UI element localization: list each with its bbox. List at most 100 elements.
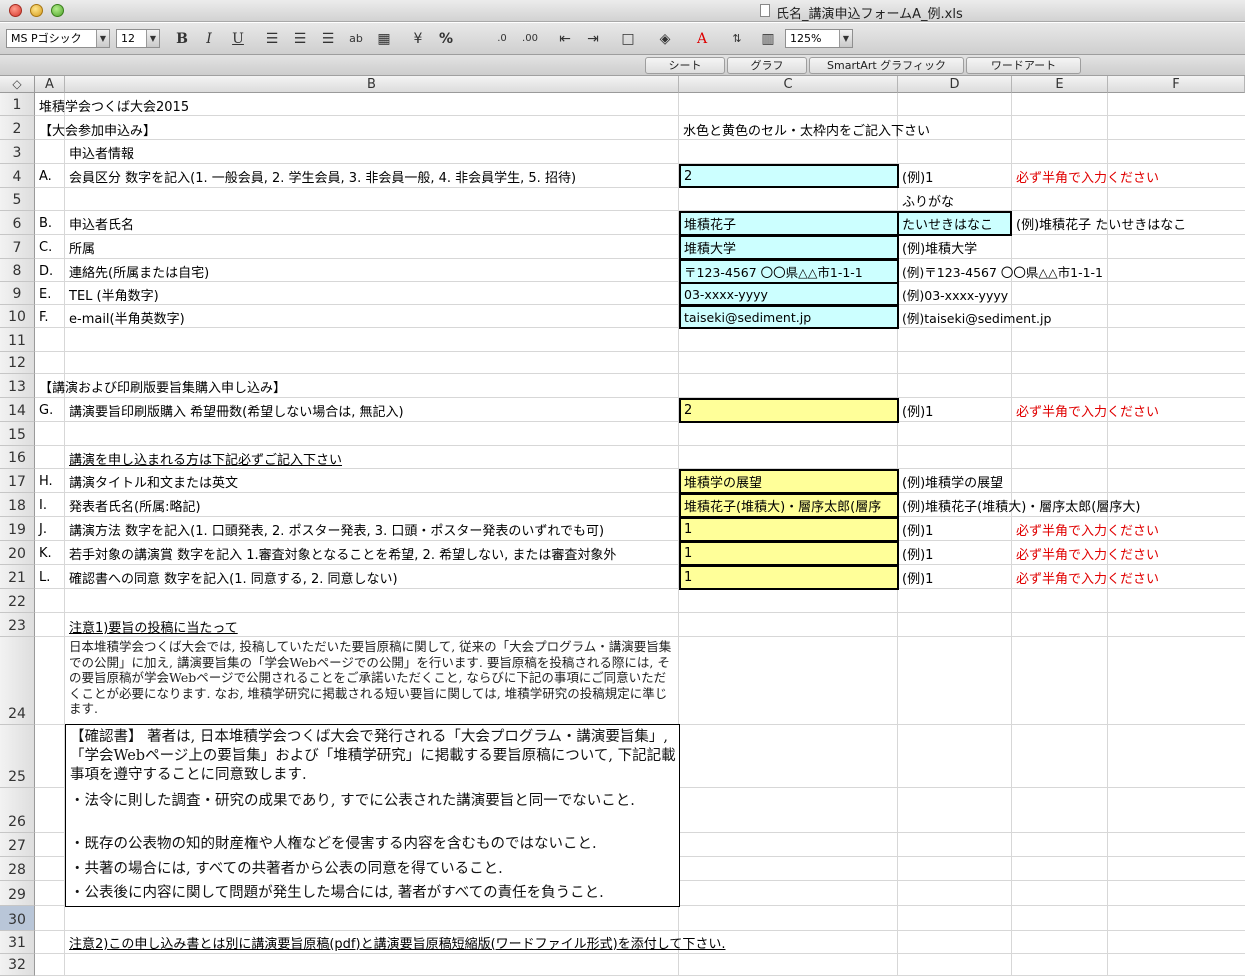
- cell-b24-note[interactable]: 日本堆積学会つくば大会では, 投稿していただいた要旨原稿に関して, 従来の「大会…: [69, 639, 677, 723]
- increase-decimal-icon[interactable]: .0: [492, 29, 512, 49]
- row-header[interactable]: 11: [0, 328, 35, 352]
- row-header[interactable]: 10: [0, 305, 35, 328]
- tab-chart[interactable]: グラフ: [727, 57, 807, 74]
- cell-b7[interactable]: 所属: [66, 236, 678, 258]
- cell-b3[interactable]: 申込者情報: [66, 141, 666, 163]
- sort-icon[interactable]: ⇅: [727, 29, 747, 49]
- row-header[interactable]: 15: [0, 422, 35, 446]
- row-header[interactable]: 21: [0, 565, 35, 589]
- row-header[interactable]: 29: [0, 881, 35, 906]
- cell-b1[interactable]: 堆積学会つくば大会2015: [36, 94, 676, 116]
- cell-b31[interactable]: 注意2)この申し込み書とは別に講演要旨原稿(pdf)と講演要旨原稿短縮版(ワード…: [66, 931, 966, 953]
- cell-b4[interactable]: 会員区分 数字を記入(1. 一般会員, 2. 学生会員, 3. 非会員一般, 4…: [66, 165, 678, 187]
- font-name-select[interactable]: MS Pゴシック ▼: [6, 29, 110, 48]
- confirmation-text[interactable]: 【確認書】 著者は, 日本堆積学会つくば大会で発行される「大会プログラム・講演要…: [70, 728, 676, 786]
- row-header[interactable]: 1: [0, 93, 35, 116]
- wrap-text-icon[interactable]: ab: [346, 29, 366, 49]
- row-header[interactable]: 8: [0, 259, 35, 282]
- currency-icon[interactable]: ¥: [408, 29, 428, 49]
- row-header[interactable]: 23: [0, 613, 35, 637]
- indent-icon[interactable]: ⇥: [583, 29, 603, 49]
- fill-color-icon[interactable]: ◈: [655, 29, 675, 49]
- row-header[interactable]: 25: [0, 725, 35, 788]
- column-header-f[interactable]: F: [1108, 76, 1245, 93]
- presentation-method-input[interactable]: 1: [679, 517, 899, 542]
- talk-title-input[interactable]: 堆積学の展望: [679, 469, 899, 494]
- percent-button[interactable]: %: [436, 29, 456, 49]
- column-header-d[interactable]: D: [898, 76, 1012, 93]
- cell-b18[interactable]: 発表者氏名(所属:略記): [66, 494, 678, 516]
- cell-b6[interactable]: 申込者氏名: [66, 212, 678, 234]
- member-type-input[interactable]: 2: [679, 164, 899, 188]
- align-left-icon[interactable]: ☰: [262, 29, 282, 49]
- decrease-decimal-icon[interactable]: .00: [520, 29, 540, 49]
- applicant-name-input[interactable]: 堆積花子: [679, 211, 899, 236]
- tab-sheet[interactable]: シート: [645, 57, 725, 74]
- row-header[interactable]: 26: [0, 788, 35, 833]
- email-input[interactable]: taiseki@sediment.jp: [679, 305, 899, 329]
- tab-wordart[interactable]: ワードアート: [966, 57, 1081, 74]
- cell-b8[interactable]: 連絡先(所属または自宅): [66, 260, 678, 282]
- chart-icon[interactable]: ▥: [758, 29, 778, 49]
- young-award-input[interactable]: 1: [679, 541, 899, 566]
- borders-icon[interactable]: □: [618, 29, 638, 49]
- cell-b2[interactable]: 【大会参加申込み】: [36, 118, 676, 140]
- row-header[interactable]: 24: [0, 637, 35, 725]
- cell-b9[interactable]: TEL (半角数字): [66, 283, 678, 305]
- agreement-input[interactable]: 1: [679, 565, 899, 590]
- cell-b10[interactable]: e-mail(半角英数字): [66, 306, 678, 328]
- cell-b20[interactable]: 若手対象の講演賞 数字を記入 1.審査対象となることを希望, 2. 希望しない,…: [66, 542, 678, 564]
- cell-b14[interactable]: 講演要旨印刷版購入 希望冊数(希望しない場合は, 無記入): [66, 399, 678, 421]
- bold-button[interactable]: B: [172, 29, 192, 49]
- row-header[interactable]: 3: [0, 140, 35, 164]
- row-header[interactable]: 17: [0, 469, 35, 493]
- cell-b13[interactable]: 【講演および印刷版要旨集購入申し込み】: [36, 375, 676, 397]
- affiliation-input[interactable]: 堆積大学: [679, 235, 899, 260]
- row-header[interactable]: 31: [0, 931, 35, 954]
- row-header[interactable]: 5: [0, 188, 35, 211]
- row-header[interactable]: 19: [0, 517, 35, 541]
- outdent-icon[interactable]: ⇤: [555, 29, 575, 49]
- underline-button[interactable]: U: [228, 29, 248, 49]
- align-right-icon[interactable]: ☰: [318, 29, 338, 49]
- chevron-down-icon[interactable]: ▼: [146, 30, 159, 47]
- confirmation-item-4[interactable]: ・公表後に内容に関して問題が発生した場合には, 著者がすべての責任を負うこと.: [70, 884, 676, 906]
- font-color-icon[interactable]: A: [692, 29, 712, 49]
- column-header-e[interactable]: E: [1012, 76, 1108, 93]
- chevron-down-icon[interactable]: ▼: [96, 30, 109, 47]
- row-header[interactable]: 7: [0, 235, 35, 259]
- row-header[interactable]: 18: [0, 493, 35, 517]
- address-input[interactable]: 〒123-4567 〇〇県△△市1-1-1: [679, 259, 899, 284]
- column-header-c[interactable]: C: [679, 76, 898, 93]
- zoom-window-button[interactable]: [51, 4, 64, 17]
- tel-input[interactable]: 03-xxxx-yyyy: [679, 282, 899, 306]
- cell-b23[interactable]: 注意1)要旨の投稿に当たって: [66, 615, 678, 637]
- chevron-down-icon[interactable]: ▼: [839, 30, 852, 47]
- row-header[interactable]: 27: [0, 833, 35, 857]
- row-header[interactable]: 4: [0, 164, 35, 188]
- row-header[interactable]: 30: [0, 906, 35, 931]
- row-header[interactable]: 22: [0, 589, 35, 613]
- confirmation-item-3[interactable]: ・共著の場合には, すべての共著者から公表の同意を得ていること.: [70, 860, 676, 882]
- confirmation-item-2[interactable]: ・既存の公表物の知的財産権や人権などを侵害する内容を含むものではないこと.: [70, 835, 676, 857]
- merge-cells-icon[interactable]: ▦: [374, 29, 394, 49]
- minimize-window-button[interactable]: [30, 4, 43, 17]
- zoom-select[interactable]: 125% ▼: [785, 29, 853, 48]
- confirmation-item-1[interactable]: ・法令に則した調査・研究の成果であり, すでに公表された講演要旨と同一でないこと…: [70, 792, 676, 814]
- spreadsheet-grid[interactable]: ◇ A B C D E F 1 2 3 4 5 6 7 8 9 10 11 12 13 14 15 16 17 1…: [0, 76, 1245, 976]
- select-all-corner[interactable]: ◇: [0, 76, 35, 93]
- align-center-icon[interactable]: ☰: [290, 29, 310, 49]
- tab-smartart[interactable]: SmartArt グラフィック: [809, 57, 964, 74]
- row-header[interactable]: 12: [0, 352, 35, 374]
- row-header[interactable]: 2: [0, 116, 35, 140]
- applicant-furigana-input[interactable]: たいせきはなこ: [897, 211, 1012, 236]
- column-header-b[interactable]: B: [65, 76, 679, 93]
- cell-b17[interactable]: 講演タイトル和文または英文: [66, 470, 678, 492]
- cell-b16[interactable]: 講演を申し込まれる方は下記必ずご記入下さい: [66, 447, 678, 469]
- column-header-a[interactable]: A: [35, 76, 65, 93]
- italic-button[interactable]: I: [199, 29, 219, 49]
- row-header[interactable]: 9: [0, 282, 35, 305]
- print-copies-input[interactable]: 2: [679, 398, 899, 423]
- row-header[interactable]: 20: [0, 541, 35, 565]
- presenter-names-input[interactable]: 堆積花子(堆積大)・層序太郎(層序: [679, 493, 899, 518]
